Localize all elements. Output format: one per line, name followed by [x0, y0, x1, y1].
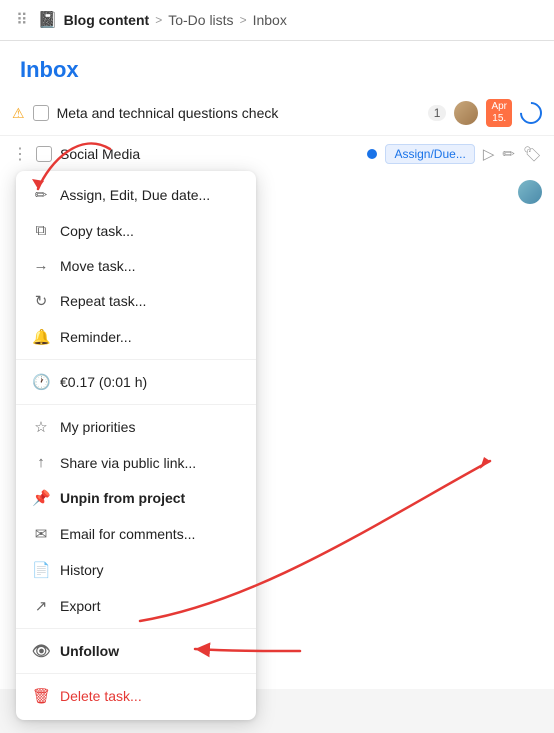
menu-item-unfollow[interactable]: 👁 Unfollow	[16, 633, 256, 669]
export-icon: ↗	[32, 597, 50, 615]
menu-divider	[16, 404, 256, 405]
tag-icon[interactable]: 🏷	[523, 145, 542, 163]
assign-icon: ✏	[32, 186, 50, 204]
breadcrumb-todo[interactable]: To-Do lists	[168, 12, 233, 28]
menu-item-priorities[interactable]: ☆ My priorities	[16, 409, 256, 445]
menu-item-unpin[interactable]: 📌 Unpin from project	[16, 480, 256, 516]
menu-item-email[interactable]: ✉ Email for comments...	[16, 516, 256, 552]
task-name-2[interactable]: Social Media	[60, 146, 359, 162]
menu-label-share: Share via public link...	[60, 455, 196, 471]
copy-icon: ⧉	[32, 222, 50, 239]
notebook-icon: 📓	[38, 10, 58, 30]
move-icon: →	[32, 257, 50, 274]
menu-divider	[16, 673, 256, 674]
avatar-1	[454, 101, 478, 125]
drag-handle-icon: ⠿	[16, 10, 28, 30]
menu-label-unfollow: Unfollow	[60, 643, 119, 659]
menu-label-copy: Copy task...	[60, 223, 134, 239]
task-count-1: 1	[428, 105, 447, 121]
reminder-icon: 🔔	[32, 328, 50, 346]
three-dots-icon[interactable]: ⋮	[12, 144, 28, 164]
date-badge-day: 15.	[491, 113, 507, 125]
edit-icon[interactable]: ✏	[502, 145, 515, 163]
top-bar: ⠿ 📓 Blog content > To-Do lists > Inbox	[0, 0, 554, 41]
progress-circle-1	[515, 97, 546, 128]
history-icon: 📄	[32, 561, 50, 579]
menu-item-share[interactable]: ↑ Share via public link...	[16, 445, 256, 480]
blue-dot-icon	[367, 149, 377, 159]
assign-due-button[interactable]: Assign/Due...	[385, 144, 474, 164]
menu-divider	[16, 359, 256, 360]
unpin-icon: 📌	[32, 489, 50, 507]
breadcrumb-inbox[interactable]: Inbox	[253, 12, 287, 28]
task-name-1[interactable]: Meta and technical questions check	[57, 105, 420, 121]
menu-item-assign[interactable]: ✏ Assign, Edit, Due date...	[16, 177, 256, 213]
menu-item-move[interactable]: → Move task...	[16, 248, 256, 283]
inbox-heading: Inbox	[0, 41, 554, 91]
menu-label-move: Move task...	[60, 258, 135, 274]
unfollow-icon: 👁	[32, 642, 50, 660]
menu-label-delete: Delete task...	[60, 688, 142, 704]
menu-label-repeat: Repeat task...	[60, 293, 146, 309]
menu-label-unpin: Unpin from project	[60, 490, 185, 506]
menu-item-cost[interactable]: 🕐 €0.17 (0:01 h)	[16, 364, 256, 400]
menu-divider	[16, 628, 256, 629]
breadcrumb-sep-2: >	[240, 13, 247, 27]
date-badge-month: Apr	[491, 101, 507, 113]
breadcrumb-title[interactable]: Blog content	[64, 12, 150, 28]
priorities-icon: ☆	[32, 418, 50, 436]
date-badge-1: Apr 15.	[486, 99, 512, 127]
task-row: ⚠ Meta and technical questions check 1 A…	[0, 91, 554, 136]
menu-label-email: Email for comments...	[60, 526, 195, 542]
menu-label-assign: Assign, Edit, Due date...	[60, 187, 210, 203]
menu-label-reminder: Reminder...	[60, 329, 132, 345]
play-icon[interactable]: ▷	[483, 145, 495, 163]
warning-icon: ⚠	[12, 105, 25, 122]
task-row-social: ⋮ Social Media Assign/Due... ▷ ✏ 🏷	[0, 136, 554, 172]
task-checkbox-1[interactable]	[33, 105, 49, 121]
menu-item-reminder[interactable]: 🔔 Reminder...	[16, 319, 256, 355]
share-icon: ↑	[32, 454, 50, 471]
menu-label-history: History	[60, 562, 104, 578]
task-checkbox-2[interactable]	[36, 146, 52, 162]
email-icon: ✉	[32, 525, 50, 543]
menu-item-export[interactable]: ↗ Export	[16, 588, 256, 624]
menu-item-repeat[interactable]: ↻ Repeat task...	[16, 283, 256, 319]
menu-item-copy[interactable]: ⧉ Copy task...	[16, 213, 256, 248]
menu-label-export: Export	[60, 598, 100, 614]
cost-icon: 🕐	[32, 373, 50, 391]
avatar-3	[518, 180, 542, 204]
menu-label-cost: €0.17 (0:01 h)	[60, 374, 147, 390]
menu-item-delete[interactable]: 🗑 Delete task...	[16, 678, 256, 714]
menu-item-history[interactable]: 📄 History	[16, 552, 256, 588]
delete-icon: 🗑	[32, 687, 50, 705]
breadcrumb-sep-1: >	[155, 13, 162, 27]
main-area: Inbox ⚠ Meta and technical questions che…	[0, 41, 554, 689]
repeat-icon: ↻	[32, 292, 50, 310]
context-menu: ✏ Assign, Edit, Due date... ⧉ Copy task... →…	[16, 171, 256, 720]
menu-label-priorities: My priorities	[60, 419, 135, 435]
